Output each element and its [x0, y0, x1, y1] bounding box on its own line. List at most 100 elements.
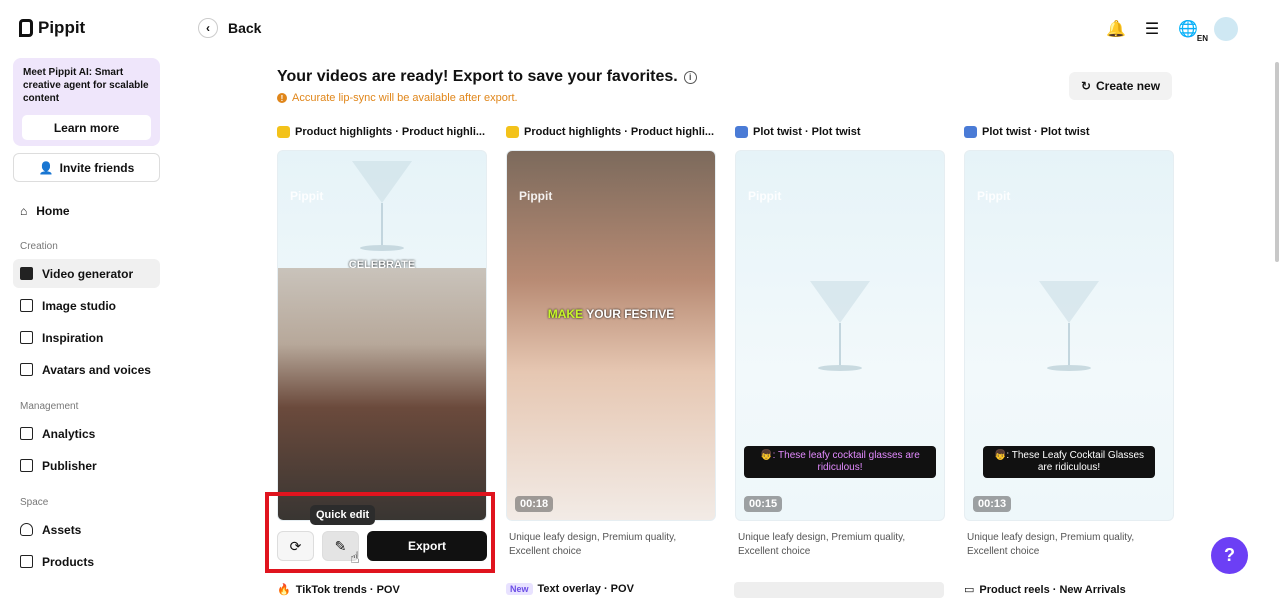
card-title-text: TikTok trends · POV	[295, 583, 400, 596]
promo-card: Meet Pippit AI: Smart creative agent for…	[13, 58, 160, 146]
sidebar-item-label: Analytics	[42, 426, 96, 441]
card-title: Product highlights · Product highli...	[506, 126, 714, 138]
glass-image	[1039, 281, 1099, 381]
warning-message: ! Accurate lip-sync will be available af…	[277, 92, 518, 104]
duration-badge: 00:13	[973, 496, 1012, 512]
section-label-creation: Creation	[20, 241, 58, 252]
person-icon	[735, 126, 748, 138]
top-icons: 🔔 ☰ 🌐 EN	[1106, 17, 1238, 43]
watermark: Pippit	[290, 189, 324, 203]
create-new-button[interactable]: ↻ Create new	[1069, 72, 1172, 100]
card-description: Unique leafy design, Premium quality, Ex…	[509, 532, 677, 557]
watermark: Pippit	[748, 189, 782, 203]
card-title: Plot twist · Plot twist	[964, 126, 1090, 138]
sidebar: Pippit Meet Pippit AI: Smart creative ag…	[0, 0, 172, 605]
fire-icon: 🔥	[277, 584, 291, 596]
sparkle-icon	[277, 126, 290, 138]
avatar[interactable]	[1214, 17, 1238, 41]
sidebar-item-label: Assets	[42, 522, 82, 537]
box-icon	[20, 555, 33, 568]
duration-badge: 00:18	[515, 496, 554, 512]
sidebar-item-video-generator[interactable]: Video generator	[13, 259, 160, 288]
card-title: ▭ Product reels · New Arrivals	[964, 583, 1126, 597]
analytics-icon	[20, 427, 33, 440]
sidebar-item-analytics[interactable]: Analytics	[13, 419, 160, 448]
video-card[interactable]: Pippit CELEBRATE	[277, 150, 487, 521]
calendar-icon	[20, 459, 33, 472]
watermark: Pippit	[977, 189, 1011, 203]
app-logo[interactable]: Pippit	[19, 18, 85, 38]
sidebar-item-label: Publisher	[42, 458, 97, 473]
sidebar-item-avatars[interactable]: Avatars and voices	[13, 355, 160, 384]
info-icon[interactable]: i	[683, 70, 697, 84]
sparkle-icon	[506, 126, 519, 138]
subtitle-caption: 👦: These leafy cocktail glasses are ridi…	[744, 446, 936, 478]
invite-friends-button[interactable]: 👤 Invite friends	[13, 153, 160, 182]
sidebar-item-inspiration[interactable]: Inspiration	[13, 323, 160, 352]
card-title-text: Plot twist · Plot twist	[982, 126, 1090, 138]
video-card[interactable]: Pippit MAKE YOUR FESTIVE 00:18	[506, 150, 716, 521]
product-icon: ▭	[964, 584, 975, 596]
subtitle-caption: 👦: These Leafy Cocktail Glasses are ridi…	[983, 446, 1155, 478]
language-icon[interactable]: 🌐 EN	[1178, 19, 1208, 43]
promo-text: Meet Pippit AI: Smart creative agent for…	[23, 67, 149, 104]
sidebar-item-label: Products	[42, 554, 95, 569]
help-button[interactable]: ?	[1211, 537, 1248, 574]
new-badge: New	[506, 583, 533, 595]
home-icon: ⌂	[20, 203, 28, 218]
person-icon	[964, 126, 977, 138]
glass-image	[352, 161, 412, 261]
create-new-label: Create new	[1096, 79, 1161, 93]
overlay-highlight: MAKE	[547, 307, 584, 321]
video-card[interactable]: Pippit 👦: These leafy cocktail glasses a…	[735, 150, 945, 521]
glass-image	[810, 281, 870, 381]
page-title: Your videos are ready! Export to save yo…	[277, 68, 697, 86]
section-label-space: Space	[20, 497, 49, 508]
card-title: Product highlights · Product highli...	[277, 126, 485, 138]
cloud-icon	[20, 523, 33, 536]
sidebar-item-label: Video generator	[42, 266, 134, 281]
pippit-logo-icon	[19, 19, 33, 37]
card-title-text: Product reels · New Arrivals	[979, 583, 1126, 596]
card-title: 🔥 TikTok trends · POV	[277, 583, 400, 597]
overlay-text: MAKE YOUR FESTIVE	[507, 307, 715, 321]
watermark: Pippit	[519, 189, 553, 203]
loading-placeholder	[734, 582, 944, 598]
inspiration-icon	[20, 331, 33, 344]
app-name: Pippit	[38, 18, 86, 37]
avatar-voice-icon	[20, 363, 33, 376]
card-description: Unique leafy design, Premium quality, Ex…	[967, 532, 1135, 557]
card-title-text: Product highlights · Product highli...	[524, 126, 715, 138]
add-user-icon: 👤	[38, 160, 54, 175]
warning-icon: !	[277, 93, 287, 103]
video-card[interactable]: Pippit 👦: These Leafy Cocktail Glasses a…	[964, 150, 1174, 521]
sidebar-item-label: Image studio	[42, 298, 117, 313]
video-icon	[20, 267, 33, 280]
annotation-highlight-box	[265, 492, 495, 573]
image-icon	[20, 299, 33, 312]
card-title: New Text overlay · POV	[506, 583, 634, 595]
card-title-text: Text overlay · POV	[537, 583, 634, 595]
duration-badge: 00:15	[744, 496, 783, 512]
sidebar-item-publisher[interactable]: Publisher	[13, 451, 160, 480]
sidebar-item-label: Avatars and voices	[42, 362, 151, 377]
refresh-icon: ↻	[1080, 79, 1092, 93]
warning-text: Accurate lip-sync will be available afte…	[292, 92, 518, 104]
scrollbar[interactable]	[1275, 62, 1279, 262]
invite-label: Invite friends	[59, 160, 135, 175]
sidebar-item-image-studio[interactable]: Image studio	[13, 291, 160, 320]
hand-cursor-icon: ☝	[350, 550, 360, 567]
chevron-left-icon: ‹	[198, 18, 218, 38]
bell-icon[interactable]: 🔔	[1106, 19, 1126, 39]
back-button[interactable]: ‹ Back	[198, 18, 261, 38]
sidebar-item-products[interactable]: Products	[13, 547, 160, 576]
sidebar-item-home[interactable]: ⌂ Home	[13, 196, 160, 225]
sidebar-item-label: Home	[36, 203, 70, 218]
sidebar-item-assets[interactable]: Assets	[13, 515, 160, 544]
card-description: Unique leafy design, Premium quality, Ex…	[738, 532, 906, 557]
credits-icon[interactable]: ☰	[1142, 19, 1162, 39]
learn-more-button[interactable]: Learn more	[22, 115, 151, 140]
card-title-text: Plot twist · Plot twist	[753, 126, 861, 138]
section-label-management: Management	[20, 401, 79, 412]
headline-text: Your videos are ready! Export to save yo…	[277, 68, 678, 85]
